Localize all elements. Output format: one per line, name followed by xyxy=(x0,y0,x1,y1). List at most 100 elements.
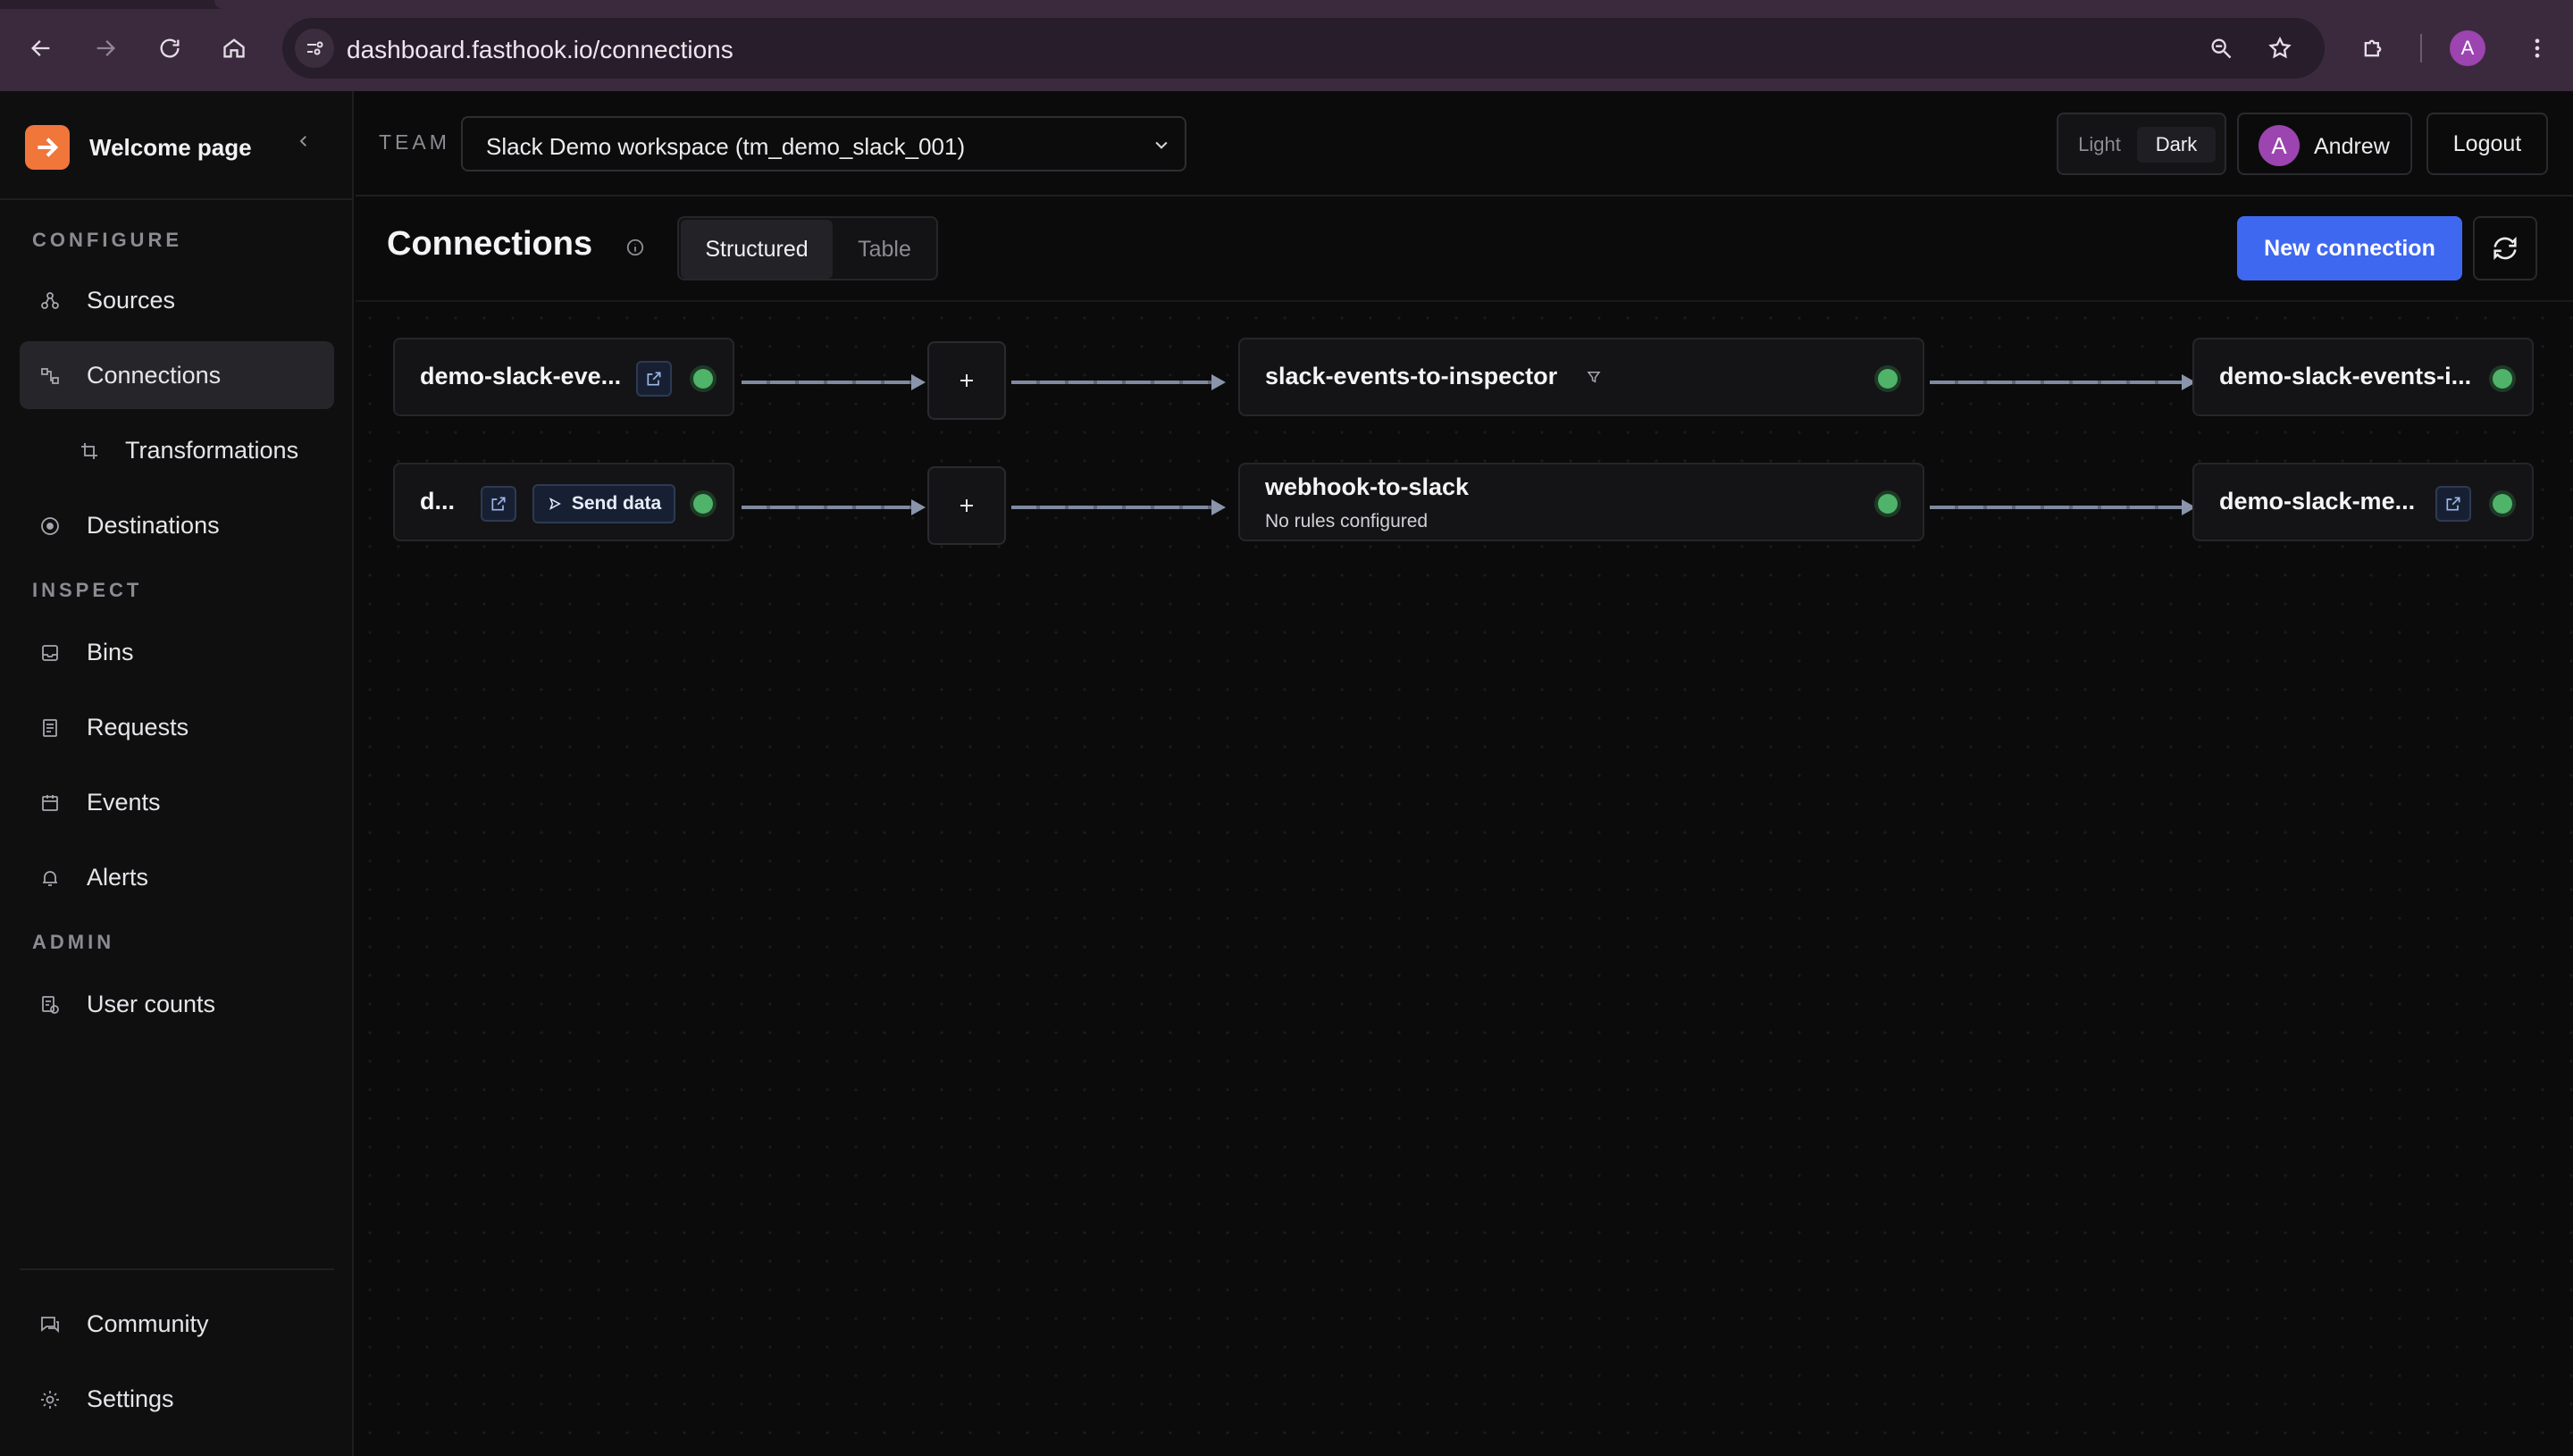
brand-logo-icon xyxy=(25,125,70,170)
tab-strip xyxy=(0,0,2573,9)
section-inspect: INSPECT xyxy=(32,579,143,601)
theme-dark-option[interactable]: Dark xyxy=(2137,127,2216,163)
sidebar: Welcome page CONFIGURE Sources Connectio… xyxy=(0,91,354,1456)
sidebar-item-label: Destinations xyxy=(87,511,220,539)
user-menu-button[interactable]: A Andrew xyxy=(2237,113,2412,175)
settings-gear-icon xyxy=(39,1389,61,1410)
connection-edge xyxy=(1930,499,2196,515)
info-icon[interactable] xyxy=(624,236,647,259)
theme-toggle: Light Dark xyxy=(2057,113,2226,175)
page-title: Connections xyxy=(387,225,593,263)
sidebar-item-destinations[interactable]: Destinations xyxy=(20,491,334,559)
status-dot xyxy=(693,494,713,514)
connection-edge xyxy=(1011,499,1226,515)
browser-menu-icon[interactable] xyxy=(2519,30,2555,66)
source-name: d... xyxy=(420,488,455,515)
connection-node[interactable]: webhook-to-slack No rules configured xyxy=(1238,463,1924,541)
events-calendar-icon xyxy=(39,792,61,814)
section-configure: CONFIGURE xyxy=(32,229,182,251)
external-link-icon[interactable] xyxy=(636,361,672,397)
connection-node[interactable]: slack-events-to-inspector xyxy=(1238,338,1924,416)
send-data-label: Send data xyxy=(571,493,662,514)
forward-icon[interactable] xyxy=(88,30,123,66)
sidebar-item-bins[interactable]: Bins xyxy=(20,618,334,686)
sidebar-item-events[interactable]: Events xyxy=(20,768,334,836)
team-select-value: Slack Demo workspace (tm_demo_slack_001) xyxy=(486,133,966,160)
browser-profile-avatar[interactable]: A xyxy=(2450,30,2485,66)
view-toggle: Structured Table xyxy=(677,216,938,280)
sidebar-item-transformations[interactable]: Transformations xyxy=(20,416,334,484)
sources-icon xyxy=(39,290,61,312)
address-bar[interactable]: dashboard.fasthook.io/connections xyxy=(282,18,2325,79)
requests-icon xyxy=(39,717,61,739)
destinations-icon xyxy=(39,515,61,537)
back-icon[interactable] xyxy=(23,30,59,66)
sidebar-item-requests[interactable]: Requests xyxy=(20,693,334,761)
sidebar-bottom-divider xyxy=(20,1268,334,1270)
view-table-tab[interactable]: Table xyxy=(833,220,936,279)
status-dot xyxy=(1878,369,1898,389)
sidebar-item-alerts[interactable]: Alerts xyxy=(20,843,334,911)
user-counts-icon xyxy=(39,994,61,1016)
new-connection-button[interactable]: New connection xyxy=(2237,216,2462,280)
view-structured-tab[interactable]: Structured xyxy=(681,220,833,279)
sidebar-item-community[interactable]: Community xyxy=(20,1290,334,1358)
sidebar-item-label: User counts xyxy=(87,990,216,1017)
team-label: TEAM xyxy=(379,130,450,154)
send-data-button[interactable]: Send data xyxy=(532,484,675,523)
destination-node[interactable]: demo-slack-me... xyxy=(2192,463,2534,541)
plus-icon xyxy=(960,499,973,512)
destination-node[interactable]: demo-slack-events-i... xyxy=(2192,338,2534,416)
url-text[interactable]: dashboard.fasthook.io/connections xyxy=(347,36,733,64)
user-name: Andrew xyxy=(2314,134,2390,159)
plus-icon xyxy=(960,374,973,387)
sidebar-item-sources[interactable]: Sources xyxy=(20,266,334,334)
avatar: A xyxy=(2259,125,2300,166)
connections-canvas: demo-slack-eve... slack-events-to-inspec… xyxy=(356,304,2573,1456)
sidebar-item-settings[interactable]: Settings xyxy=(20,1365,334,1433)
bookmark-star-icon[interactable] xyxy=(2264,32,2296,64)
source-node[interactable]: d... Send data xyxy=(393,463,734,541)
status-dot xyxy=(2493,494,2512,514)
collapse-sidebar-icon[interactable] xyxy=(291,129,316,154)
sidebar-item-label: Community xyxy=(87,1310,209,1337)
active-tab[interactable] xyxy=(214,0,2573,9)
source-node[interactable]: demo-slack-eve... xyxy=(393,338,734,416)
external-link-icon[interactable] xyxy=(2435,486,2471,522)
site-info-icon[interactable] xyxy=(295,29,334,68)
home-icon[interactable] xyxy=(216,30,252,66)
add-transformation-button[interactable] xyxy=(927,341,1006,420)
sidebar-item-connections[interactable]: Connections xyxy=(20,341,334,409)
sidebar-item-label: Events xyxy=(87,788,161,816)
refresh-icon xyxy=(2493,237,2517,260)
brand-name: Welcome page xyxy=(89,133,252,161)
add-transformation-button[interactable] xyxy=(927,466,1006,545)
destination-name: demo-slack-events-i... xyxy=(2219,363,2472,389)
theme-light-option[interactable]: Light xyxy=(2067,127,2132,163)
page-header: Connections Structured Table New connect… xyxy=(356,198,2573,302)
connection-rules: No rules configured xyxy=(1265,511,1429,531)
send-icon xyxy=(547,496,563,512)
toolbar-separator xyxy=(2420,34,2422,63)
sidebar-item-user-counts[interactable]: User counts xyxy=(20,970,334,1038)
sidebar-item-label: Sources xyxy=(87,286,176,314)
refresh-button[interactable] xyxy=(2473,216,2537,280)
destination-name: demo-slack-me... xyxy=(2219,488,2416,515)
connection-name: webhook-to-slack xyxy=(1265,473,1470,500)
browser-chrome: dashboard.fasthook.io/connections A xyxy=(0,0,2573,91)
top-bar: TEAM Slack Demo workspace (tm_demo_slack… xyxy=(356,91,2573,197)
sidebar-item-label: Transformations xyxy=(125,436,299,464)
sidebar-item-label: Settings xyxy=(87,1385,174,1412)
chevron-down-icon xyxy=(1151,134,1172,155)
extensions-icon[interactable] xyxy=(2355,30,2391,66)
sidebar-item-label: Alerts xyxy=(87,863,149,891)
connections-icon xyxy=(39,365,61,387)
team-select[interactable]: Slack Demo workspace (tm_demo_slack_001) xyxy=(461,116,1186,172)
logout-button[interactable]: Logout xyxy=(2426,113,2548,175)
sidebar-item-label: Connections xyxy=(87,361,222,389)
reload-icon[interactable] xyxy=(152,30,188,66)
brand[interactable]: Welcome page xyxy=(25,125,252,170)
zoom-icon[interactable] xyxy=(2205,32,2237,64)
status-dot xyxy=(693,369,713,389)
external-link-icon[interactable] xyxy=(481,486,516,522)
